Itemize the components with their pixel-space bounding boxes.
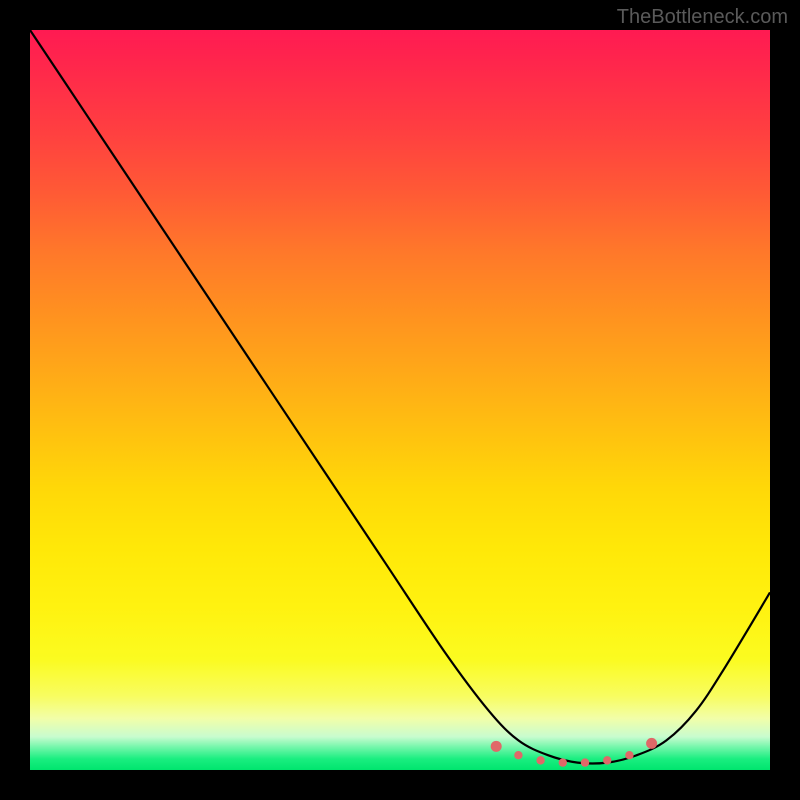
bottleneck-curve-line (30, 30, 770, 764)
highlight-dot (603, 756, 611, 764)
highlight-dot (536, 756, 544, 764)
chart-svg (30, 30, 770, 770)
highlight-dot (646, 738, 657, 749)
highlight-dot (514, 751, 522, 759)
watermark-text: TheBottleneck.com (617, 6, 788, 29)
highlight-dot (491, 741, 502, 752)
highlight-dot (559, 758, 567, 766)
chart-plot-area (30, 30, 770, 770)
highlight-dot (581, 758, 589, 766)
highlight-dot (625, 751, 633, 759)
